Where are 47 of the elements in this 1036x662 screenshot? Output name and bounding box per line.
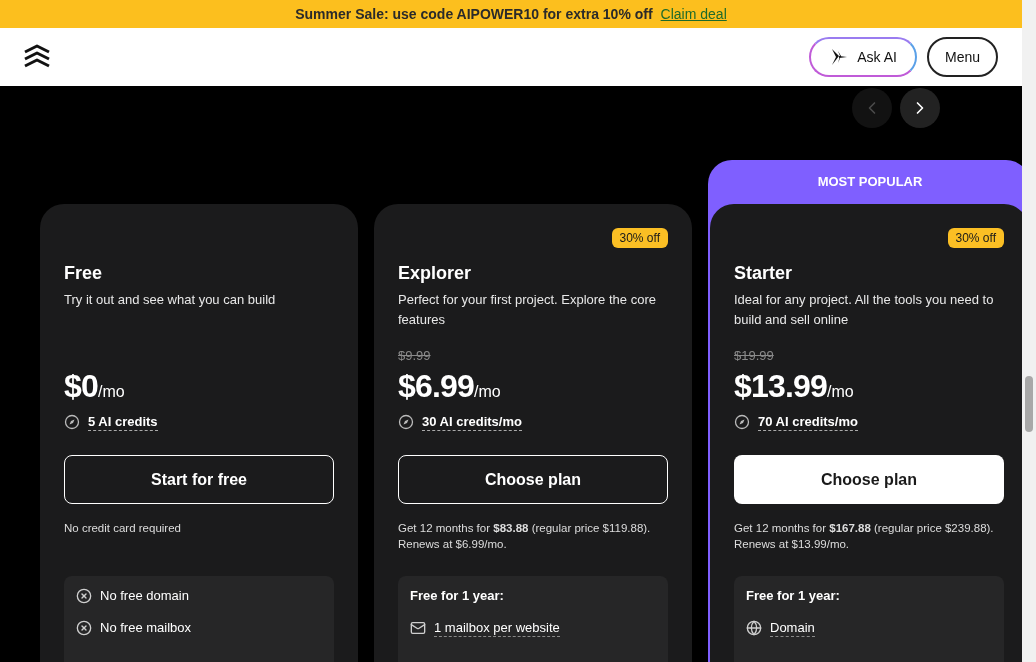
x-circle-icon xyxy=(76,588,92,604)
discount-badge: 30% off xyxy=(611,228,668,248)
price-period: /mo xyxy=(98,383,125,402)
price-period: /mo xyxy=(474,383,501,402)
plan-description: Perfect for your first project. Explore the core features xyxy=(398,291,657,329)
menu-button[interactable]: Menu xyxy=(926,37,998,77)
price: $13.99 xyxy=(734,367,828,406)
feature-text: 1 mailbox per website xyxy=(434,619,560,637)
price: $0 xyxy=(64,367,98,406)
original-price: $9.99 xyxy=(398,348,431,363)
billing-note: Get 12 months for $83.88 (regular price $119.88). Renews at $6.99/mo. xyxy=(398,521,652,552)
price-period: /mo xyxy=(827,383,854,402)
plan-button[interactable]: Start for free xyxy=(64,455,334,504)
most-popular-label: MOST POPULAR xyxy=(816,173,924,192)
billing-note: No credit card required xyxy=(64,521,182,536)
discount-badge: 30% off xyxy=(947,228,1004,248)
next-button[interactable] xyxy=(900,88,940,128)
feature-text: No free mailbox xyxy=(100,620,192,636)
plan-button[interactable]: Choose plan xyxy=(734,455,1004,504)
plan-description: Ideal for any project. All the tools you need to build and sell online xyxy=(734,291,995,329)
plan-description: Try it out and see what you can build xyxy=(64,291,277,309)
plan-name: Starter xyxy=(734,262,794,285)
features-title: Free for 1 year: xyxy=(410,587,505,606)
ai-credits-link[interactable]: 70 AI credits/mo xyxy=(758,413,858,431)
feature-text: No free domain xyxy=(100,588,189,604)
plan-name: Explorer xyxy=(398,262,473,285)
ai-credits-link[interactable]: 30 AI credits/mo xyxy=(422,413,522,431)
mail-icon xyxy=(410,620,426,636)
plan-button[interactable]: Choose plan xyxy=(398,455,668,504)
compass-icon xyxy=(398,414,414,430)
promo-text: Summer Sale: use code AIPOWER10 for extra 10% off xyxy=(295,5,653,24)
scrollbar-thumb[interactable] xyxy=(1025,376,1033,432)
billing-note: Get 12 months for $167.88 (regular price $239.88). Renews at $13.99/mo. xyxy=(734,521,995,552)
ai-credits-link[interactable]: 5 AI credits xyxy=(88,413,158,431)
globe-icon xyxy=(746,620,762,636)
claim-deal-link[interactable]: Claim deal xyxy=(660,4,727,24)
scrollbar[interactable] xyxy=(1022,0,1036,662)
price: $6.99 xyxy=(398,367,475,406)
feature-text: Domain xyxy=(770,619,815,637)
ask-ai-button[interactable]: Ask AI xyxy=(809,37,917,77)
features-title: Free for 1 year: xyxy=(746,587,841,606)
plan-name: Free xyxy=(64,262,104,285)
compass-icon xyxy=(734,414,750,430)
logo-icon[interactable] xyxy=(24,44,50,70)
original-price: $19.99 xyxy=(734,348,774,363)
compass-icon xyxy=(64,414,80,430)
x-circle-icon xyxy=(76,620,92,636)
